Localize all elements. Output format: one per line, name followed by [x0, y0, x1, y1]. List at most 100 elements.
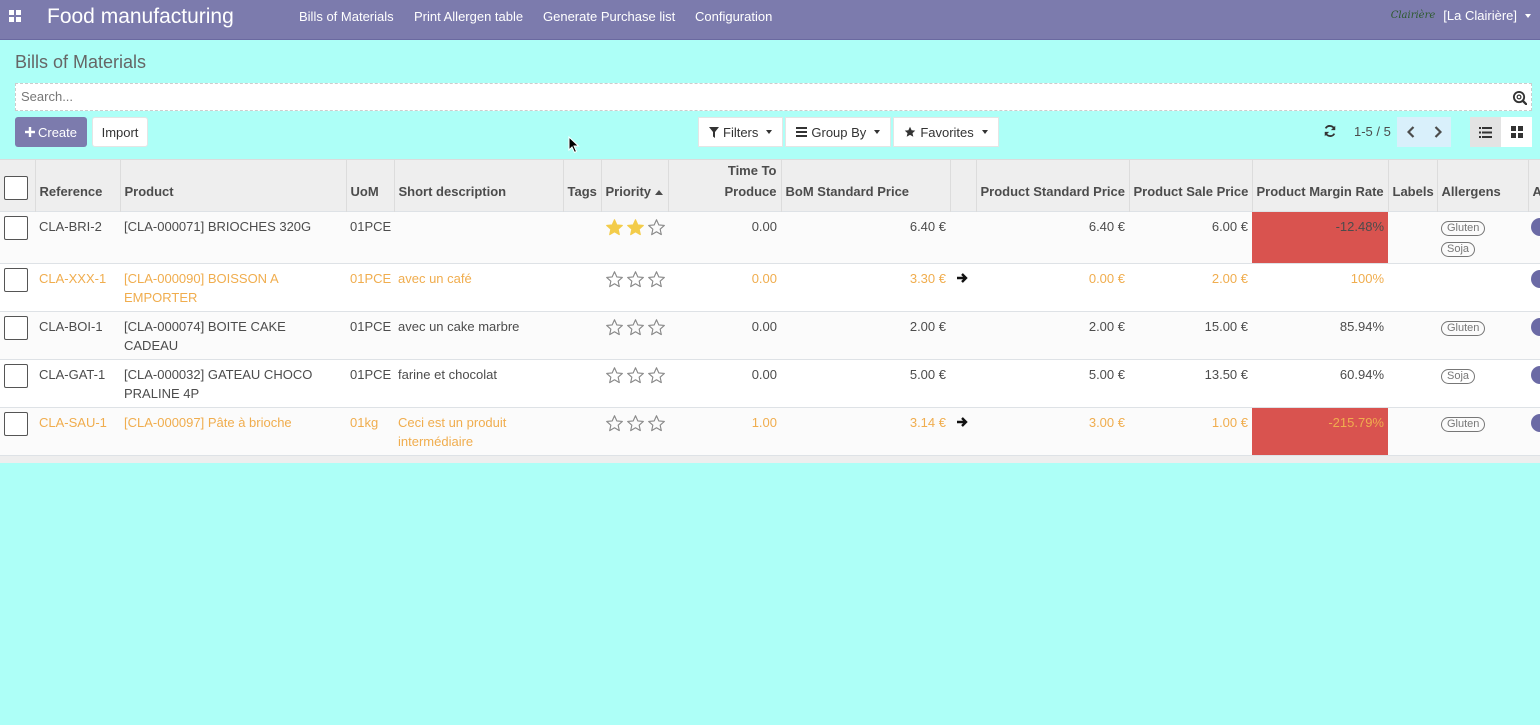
row-checkbox[interactable] [4, 316, 28, 340]
cell-bom-standard-price: 3.30 € [909, 271, 946, 286]
column-time-to-produce[interactable]: Time To Produce [667, 159, 781, 212]
active-toggle[interactable] [1531, 218, 1540, 236]
allergen-badge: Gluten [1441, 321, 1486, 336]
cell-short-description: avec un cake marbre [398, 319, 520, 334]
column-product-margin-rate[interactable]: Product Margin Rate [1251, 159, 1388, 212]
column-product-standard-price[interactable]: Product Standard Price [975, 159, 1129, 212]
chevron-down-icon [981, 130, 988, 134]
cell-action [950, 408, 976, 456]
refresh-icon[interactable] [1323, 124, 1337, 138]
cell-time-to-produce: 1.00 [751, 415, 777, 430]
row-checkbox[interactable] [4, 216, 28, 240]
star-empty-icon[interactable] [605, 270, 624, 289]
cell-product: [CLA-000097] Pâte à brioche [124, 415, 292, 430]
star-empty-icon[interactable] [647, 366, 666, 385]
pager-value[interactable]: 1-5 / 5 [1354, 124, 1391, 139]
filters-button[interactable]: Filters [698, 117, 784, 147]
arrow-right-icon[interactable] [956, 272, 968, 284]
arrow-right-icon[interactable] [956, 416, 968, 428]
star-empty-icon[interactable] [647, 218, 666, 237]
company-logo: Clairière [1390, 10, 1436, 21]
menu-configuration[interactable]: Configuration [695, 9, 772, 24]
star-empty-icon[interactable] [626, 414, 645, 433]
cell-active [1528, 264, 1540, 312]
star-empty-icon[interactable] [626, 366, 645, 385]
chevron-down-icon [1525, 13, 1531, 18]
star-filled-icon[interactable] [626, 218, 645, 237]
column-allergens[interactable]: Allergens [1436, 159, 1528, 212]
cell-priority [601, 408, 668, 456]
cell-active [1528, 360, 1540, 408]
column-time-to-produce-line2: Produce [724, 184, 777, 199]
row-checkbox[interactable] [4, 364, 28, 388]
column-priority[interactable]: Priority [600, 159, 668, 212]
table-row[interactable]: CLA-GAT-1 [CLA-000032] GATEAU CHOCO PRAL… [0, 359, 1540, 408]
cell-tags [563, 312, 601, 360]
star-empty-icon[interactable] [605, 318, 624, 337]
favorites-button[interactable]: Favorites [893, 117, 999, 147]
cell-allergens: Gluten Soja [1437, 212, 1528, 264]
star-empty-icon[interactable] [605, 366, 624, 385]
pager-previous-button[interactable] [1397, 117, 1424, 147]
menu-generate-purchase-list[interactable]: Generate Purchase list [543, 9, 675, 24]
column-product[interactable]: Product [119, 159, 346, 212]
table-row[interactable]: CLA-SAU-1 [CLA-000097] Pâte à brioche 01… [0, 407, 1540, 456]
app-title: Food manufacturing [47, 5, 234, 28]
cell-product-sale-price: 15.00 € [1204, 319, 1248, 334]
star-empty-icon[interactable] [647, 270, 666, 289]
sort-ascending-icon [655, 190, 664, 196]
active-toggle[interactable] [1531, 318, 1540, 336]
search-options: Filters Group By Favorites [698, 117, 999, 147]
row-checkbox[interactable] [4, 412, 28, 436]
cell-action [950, 264, 976, 312]
import-button[interactable]: Import [92, 117, 148, 147]
star-empty-icon[interactable] [605, 414, 624, 433]
cell-product: [CLA-000090] BOISSON A EMPORTER [124, 271, 278, 305]
pager-next-button[interactable] [1424, 117, 1451, 147]
search-input[interactable] [21, 89, 1491, 104]
cell-uom: 01PCE [350, 271, 392, 286]
cell-labels [1388, 312, 1437, 360]
table-row[interactable]: CLA-BRI-2 [CLA-000071] BRIOCHES 320G 01P… [0, 211, 1540, 264]
column-bom-standard-price[interactable]: BoM Standard Price [780, 159, 950, 212]
apps-menu-icon[interactable] [9, 10, 22, 23]
table-row[interactable]: CLA-XXX-1 [CLA-000090] BOISSON A EMPORTE… [0, 263, 1540, 312]
column-uom[interactable]: UoM [345, 159, 394, 212]
cell-priority [601, 312, 668, 360]
row-checkbox[interactable] [4, 268, 28, 292]
cell-tags [563, 360, 601, 408]
column-priority-label: Priority [605, 184, 652, 199]
table-row[interactable]: CLA-BOI-1 [CLA-000074] BOITE CAKE CADEAU… [0, 311, 1540, 360]
group-by-button[interactable]: Group By [785, 117, 892, 147]
cell-short-description: avec un café [398, 271, 472, 286]
menu-print-allergen-table[interactable]: Print Allergen table [414, 9, 523, 24]
column-reference[interactable]: Reference [34, 159, 120, 212]
active-toggle[interactable] [1531, 414, 1540, 432]
star-empty-icon[interactable] [647, 414, 666, 433]
active-toggle[interactable] [1531, 270, 1540, 288]
filter-icon [709, 126, 719, 138]
column-active[interactable]: Active [1527, 159, 1540, 212]
search-icon[interactable] [1512, 90, 1527, 105]
list-icon [1479, 126, 1492, 138]
star-empty-icon[interactable] [626, 318, 645, 337]
cell-time-to-produce: 0.00 [751, 319, 777, 334]
create-button[interactable]: Create [15, 117, 87, 147]
company-switcher[interactable]: Clairière [La Clairière] [1391, 8, 1531, 23]
priority-stars [605, 218, 666, 237]
column-labels[interactable]: Labels [1387, 159, 1437, 212]
star-empty-icon[interactable] [647, 318, 666, 337]
column-tags[interactable]: Tags [562, 159, 601, 212]
row-select-cell [0, 408, 35, 456]
star-filled-icon[interactable] [605, 218, 624, 237]
active-toggle[interactable] [1531, 366, 1540, 384]
star-empty-icon[interactable] [626, 270, 645, 289]
kanban-view-button[interactable] [1501, 117, 1532, 147]
list-view-button[interactable] [1470, 117, 1501, 147]
table-body: CLA-BRI-2 [CLA-000071] BRIOCHES 320G 01P… [0, 211, 1540, 463]
table-header: Reference Product UoM Short description … [0, 159, 1540, 212]
column-product-sale-price[interactable]: Product Sale Price [1128, 159, 1252, 212]
column-short-description[interactable]: Short description [393, 159, 563, 212]
select-all-checkbox[interactable] [4, 176, 28, 200]
menu-bills-of-materials[interactable]: Bills of Materials [299, 9, 394, 24]
